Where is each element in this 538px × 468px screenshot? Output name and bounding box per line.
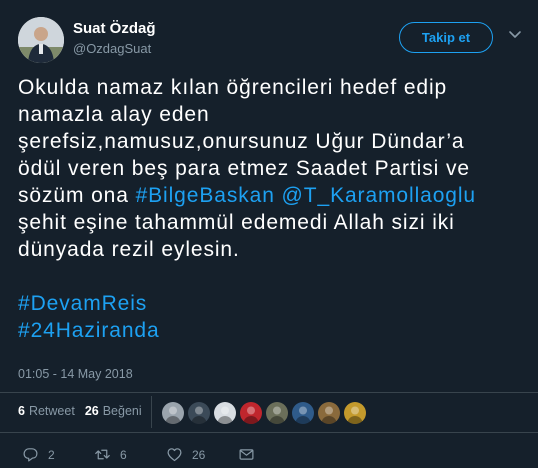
heart-icon [167, 448, 182, 462]
direct-message-button[interactable] [238, 446, 255, 463]
tweet-line: namazla alay eden [18, 101, 523, 128]
divider-top [0, 392, 538, 393]
tweet-text-segment: ödül veren beş para etmez Saadet Partisi… [18, 157, 470, 180]
liker-avatar-3[interactable] [214, 402, 236, 424]
retweet-icon [95, 449, 110, 460]
hashtag-link[interactable]: #BilgeBaskan [136, 184, 275, 207]
tweet-text-segment: şerefsiz,namusuz,onursunuz Uğur Dündar’a [18, 130, 465, 153]
follow-button[interactable]: Takip et [399, 22, 493, 53]
reply-icon [23, 448, 38, 462]
tweet-line: #DevamReis [18, 290, 523, 317]
tweet-text-segment: namazla alay eden [18, 103, 210, 126]
tweet-text: Okulda namaz kılan öğrencileri hedef edi… [18, 74, 523, 344]
retweet-stat-count: 6 [18, 404, 25, 418]
author-handle[interactable]: @OzdagSuat [73, 41, 151, 56]
tweet-text-segment: sözüm ona [18, 184, 136, 207]
mention-link[interactable]: @T_Karamollaoglu [282, 184, 476, 207]
like-stat-count: 26 [84, 404, 99, 418]
tweet-card: Suat Özdağ @OzdagSuat Takip et Okulda na… [0, 0, 538, 468]
tweet-line: sözüm ona #BilgeBaskan @T_Karamollaoglu [18, 182, 523, 209]
stats-separator [151, 396, 152, 428]
tweet-line: şehit eşine tahammül edemedi Allah sizi … [18, 209, 523, 236]
retweet-stat[interactable]: 6 Retweet [18, 404, 75, 418]
tweet-text-segment: şehit eşine tahammül edemedi Allah sizi … [18, 211, 455, 234]
liker-avatar-4[interactable] [240, 402, 262, 424]
liker-avatar-5[interactable] [266, 402, 288, 424]
engagement-stats: 6 Retweet 26 Beğeni [18, 404, 152, 418]
envelope-icon [239, 449, 254, 460]
tweet-text-segment: Okulda namaz kılan öğrencileri hedef edi… [18, 76, 448, 99]
liker-avatar-7[interactable] [318, 402, 340, 424]
like-stat[interactable]: 26 Beğeni [85, 404, 142, 418]
tweet-line: ödül veren beş para etmez Saadet Partisi… [18, 155, 523, 182]
divider-bottom [0, 432, 538, 433]
liker-avatar-8[interactable] [344, 402, 366, 424]
tweet-line [18, 263, 523, 290]
tweet-line: Okulda namaz kılan öğrencileri hedef edi… [18, 74, 523, 101]
hashtag-link[interactable]: #24Haziranda [18, 319, 160, 342]
tweet-text-segment: dünyada rezil eylesin. [18, 238, 240, 261]
like-stat-label: Beğeni [102, 404, 142, 418]
like-count: 26 [192, 447, 206, 462]
liker-avatar-6[interactable] [292, 402, 314, 424]
tweet-timestamp[interactable]: 01:05 - 14 May 2018 [18, 367, 133, 381]
likers-avatars [162, 402, 370, 424]
hashtag-link[interactable]: #DevamReis [18, 292, 147, 315]
retweet-stat-label: Retweet [28, 404, 75, 418]
tweet-text-segment [275, 184, 282, 207]
chevron-down-icon[interactable] [508, 28, 522, 42]
reply-button[interactable]: 2 [22, 446, 94, 463]
liker-avatar-1[interactable] [162, 402, 184, 424]
author-avatar-image [18, 17, 64, 63]
author-avatar[interactable] [18, 17, 64, 63]
liker-avatar-2[interactable] [188, 402, 210, 424]
retweet-count: 6 [120, 447, 127, 462]
like-button[interactable]: 26 [166, 446, 238, 463]
author-name[interactable]: Suat Özdağ [73, 20, 156, 37]
tweet-line: #24Haziranda [18, 317, 523, 344]
action-bar: 2 6 26 [22, 446, 255, 463]
tweet-line: dünyada rezil eylesin. [18, 236, 523, 263]
tweet-line: şerefsiz,namusuz,onursunuz Uğur Dündar’a [18, 128, 523, 155]
retweet-button[interactable]: 6 [94, 446, 166, 463]
reply-count: 2 [48, 447, 55, 462]
